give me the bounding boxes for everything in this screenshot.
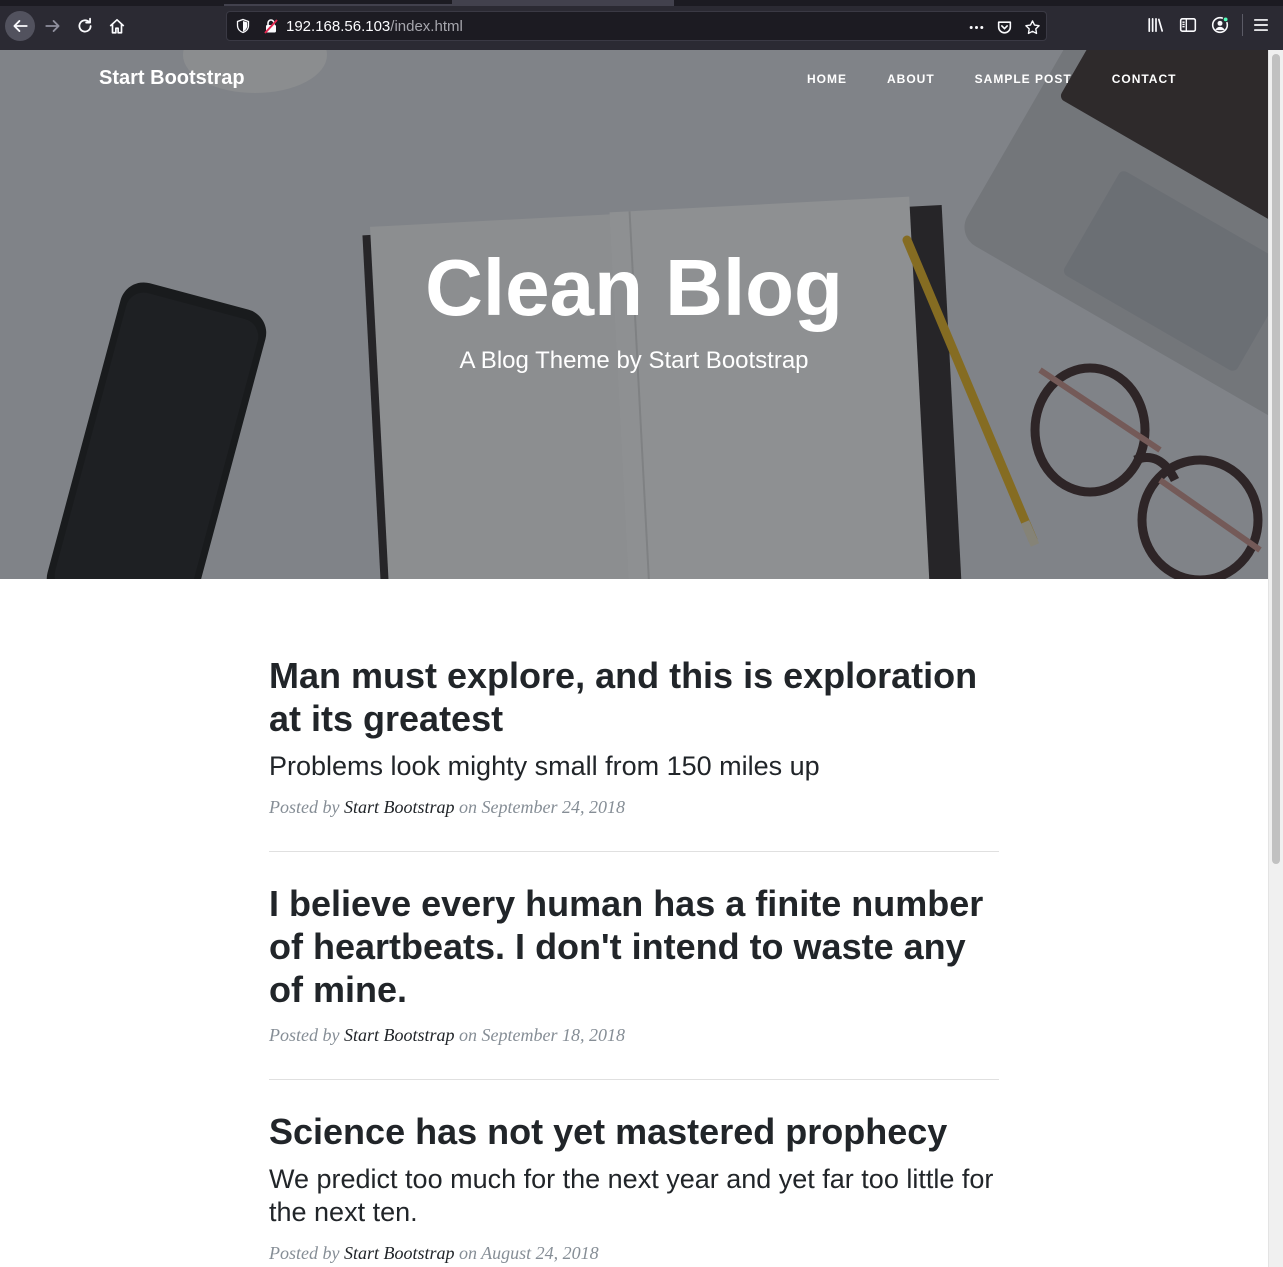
post-divider (269, 851, 999, 852)
post-meta: Posted by Start Bootstrap on September 2… (269, 797, 999, 818)
site-title: Clean Blog (425, 243, 843, 332)
main-nav: HOME ABOUT SAMPLE POST CONTACT (787, 72, 1196, 86)
reload-icon (78, 17, 92, 33)
post-date: on September 24, 2018 (459, 797, 625, 817)
star-icon (1024, 19, 1040, 34)
posted-by-label: Posted by (269, 1243, 340, 1263)
pocket-button[interactable] (990, 15, 1018, 39)
post-author-link[interactable]: Start Bootstrap (344, 1025, 455, 1045)
pocket-icon (997, 20, 1011, 34)
shield-icon[interactable] (235, 18, 251, 34)
nav-link-about[interactable]: ABOUT (867, 72, 955, 86)
post-preview[interactable]: I believe every human has a finite numbe… (269, 882, 999, 1046)
post-meta: Posted by Start Bootstrap on September 1… (269, 1025, 999, 1046)
back-button[interactable] (5, 11, 35, 41)
toolbar-divider (1242, 14, 1243, 36)
post-list: Man must explore, and this is exploratio… (269, 654, 999, 1264)
page-viewport: Start Bootstrap HOME ABOUT SAMPLE POST C… (0, 50, 1268, 1267)
tab-strip (0, 0, 1283, 6)
sidebar-icon (1179, 18, 1197, 32)
home-button[interactable] (103, 12, 131, 40)
url-actions (962, 15, 1046, 39)
post-preview[interactable]: Science has not yet mastered prophecy We… (269, 1110, 999, 1264)
bookmark-button[interactable] (1018, 15, 1046, 39)
posted-by-label: Posted by (269, 1025, 340, 1045)
masthead: Start Bootstrap HOME ABOUT SAMPLE POST C… (0, 50, 1268, 579)
post-date: on August 24, 2018 (459, 1243, 599, 1263)
post-meta: Posted by Start Bootstrap on August 24, … (269, 1243, 999, 1264)
reload-button[interactable] (71, 12, 99, 40)
more-dots-icon (969, 25, 983, 29)
post-divider (269, 1079, 999, 1080)
tab-inactive[interactable] (224, 4, 452, 6)
url-path: /index.html (390, 18, 463, 35)
arrow-right-icon (45, 20, 60, 32)
nav-link-home[interactable]: HOME (787, 72, 867, 86)
post-title[interactable]: Science has not yet mastered prophecy (269, 1110, 999, 1153)
post-subtitle[interactable]: We predict too much for the next year an… (269, 1163, 999, 1229)
browser-toolbar: 192.168.56.103/index.html (0, 0, 1283, 50)
site-heading: Clean Blog A Blog Theme by Start Bootstr… (0, 243, 1268, 375)
account-button[interactable] (1208, 13, 1232, 37)
sidebar-button[interactable] (1176, 13, 1200, 37)
navbar-brand[interactable]: Start Bootstrap (99, 67, 245, 90)
menu-button[interactable] (1249, 13, 1273, 37)
home-icon (109, 18, 125, 34)
address-bar[interactable]: 192.168.56.103/index.html (226, 11, 1047, 41)
post-subtitle[interactable]: Problems look mighty small from 150 mile… (269, 750, 999, 783)
hamburger-icon (1253, 19, 1269, 31)
insecure-lock-icon[interactable] (263, 18, 279, 34)
forward-button[interactable] (39, 12, 67, 40)
site-subtitle: A Blog Theme by Start Bootstrap (459, 347, 809, 374)
post-author-link[interactable]: Start Bootstrap (344, 1243, 455, 1263)
post-preview[interactable]: Man must explore, and this is exploratio… (269, 654, 999, 818)
post-author-link[interactable]: Start Bootstrap (344, 797, 455, 817)
account-icon (1211, 16, 1229, 34)
page-scrollbar[interactable] (1268, 50, 1283, 1267)
post-title[interactable]: I believe every human has a finite numbe… (269, 882, 999, 1011)
post-title[interactable]: Man must explore, and this is exploratio… (269, 654, 999, 740)
library-button[interactable] (1144, 13, 1168, 37)
page-actions-button[interactable] (962, 15, 990, 39)
nav-link-contact[interactable]: CONTACT (1092, 72, 1197, 86)
nav-link-sample-post[interactable]: SAMPLE POST (955, 72, 1092, 86)
library-icon (1148, 17, 1164, 33)
scrollbar-thumb[interactable] (1272, 54, 1280, 864)
posted-by-label: Posted by (269, 797, 340, 817)
url-host: 192.168.56.103 (286, 18, 391, 35)
post-date: on September 18, 2018 (459, 1025, 625, 1045)
arrow-left-icon (13, 20, 28, 32)
url-text[interactable]: 192.168.56.103/index.html (286, 18, 463, 35)
tab-active[interactable] (452, 0, 674, 6)
